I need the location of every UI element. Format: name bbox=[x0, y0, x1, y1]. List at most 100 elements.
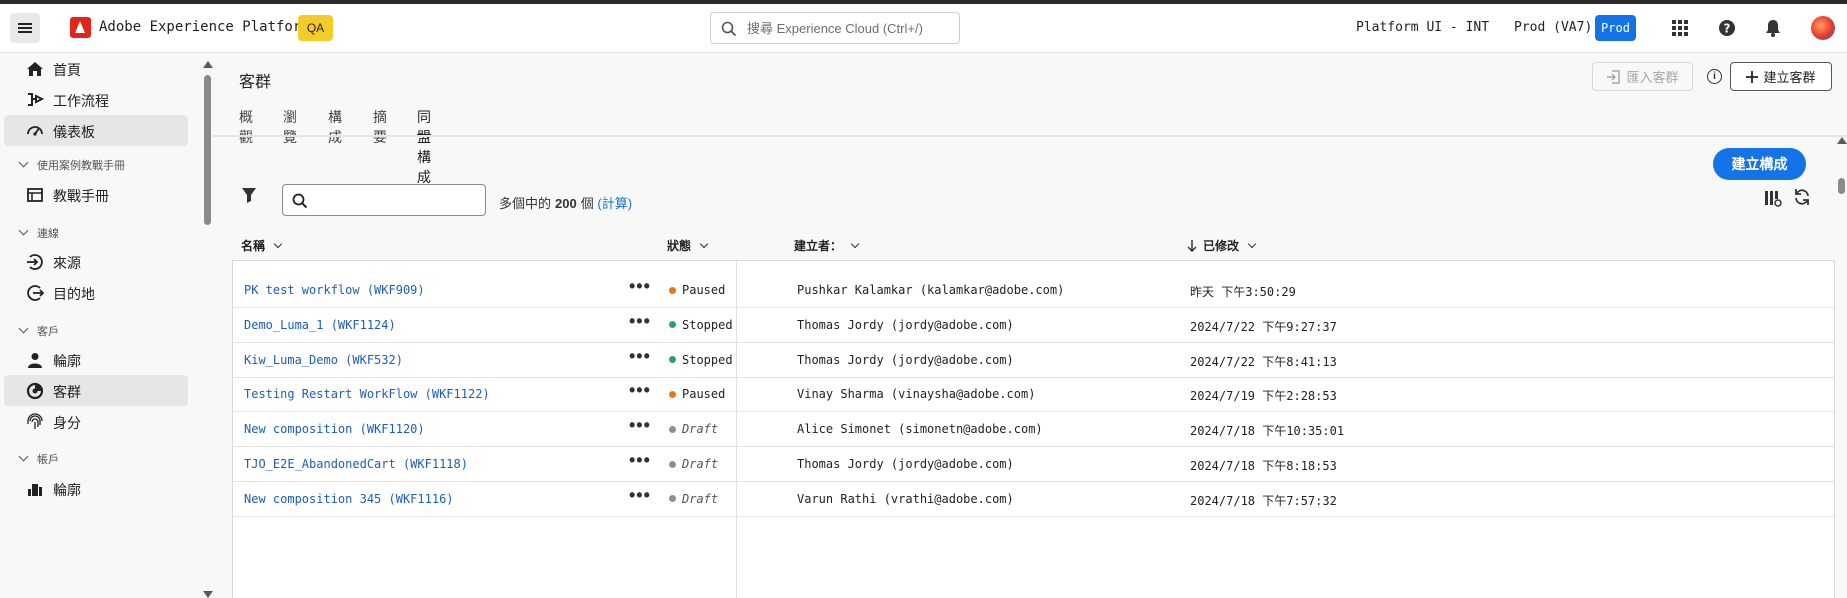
table-scrollbar-thumb[interactable] bbox=[1838, 178, 1845, 194]
more-actions-icon[interactable]: ••• bbox=[629, 485, 651, 506]
tab-federated-compositions[interactable]: 同盟構成 bbox=[417, 107, 431, 185]
identity-fingerprint-icon bbox=[27, 413, 43, 429]
nav-section-account[interactable]: 帳戶 bbox=[18, 451, 59, 467]
source-icon bbox=[27, 254, 43, 270]
compute-count-link[interactable]: (計算) bbox=[597, 196, 632, 211]
chevron-down-icon bbox=[18, 451, 29, 462]
nav-section-playbooks[interactable]: 使用案例教戰手冊 bbox=[18, 157, 125, 173]
status-dot-icon bbox=[669, 390, 676, 398]
scroll-up-arrow-icon[interactable] bbox=[1837, 137, 1847, 144]
menu-toggle-button[interactable] bbox=[10, 13, 40, 43]
nav-section-connections[interactable]: 連線 bbox=[18, 225, 59, 241]
global-search[interactable] bbox=[710, 12, 960, 44]
more-actions-icon[interactable]: ••• bbox=[629, 311, 651, 332]
org-switcher[interactable]: Platform UI - INT bbox=[1356, 20, 1489, 35]
nav-label: 工作流程 bbox=[53, 93, 109, 109]
main-content: 客群 匯入客群 i 建立客群 概觀 瀏覽 構成 摘要 同盟構成 建立構成 多個中… bbox=[213, 53, 1847, 598]
adobe-logo-icon[interactable] bbox=[70, 17, 91, 38]
column-header-created-by[interactable]: 建立者： bbox=[794, 237, 860, 254]
workflow-name-link[interactable]: Kiw_Luma_Demo (WKF532) bbox=[244, 353, 403, 367]
scroll-down-arrow-icon[interactable] bbox=[203, 591, 213, 598]
workflow-name-link[interactable]: TJO_E2E_AbandonedCart (WKF1118) bbox=[244, 457, 468, 471]
modified-date-cell: 2024/7/18 下午10:35:01 bbox=[1190, 424, 1345, 439]
workflow-name-link[interactable]: New composition (WKF1120) bbox=[244, 422, 425, 436]
table-row[interactable]: New composition (WKF1120) ••• Draft Alice S… bbox=[233, 412, 1834, 448]
top-bar: Adobe Experience Platform QA Platform UI… bbox=[0, 4, 1847, 53]
status-badge: Paused bbox=[669, 283, 725, 297]
table-body: PK test workflow (WKF909) ••• Paused Pushka… bbox=[232, 260, 1835, 598]
sandbox-type-badge[interactable]: Prod bbox=[1595, 15, 1636, 41]
more-actions-icon[interactable]: ••• bbox=[629, 380, 651, 401]
chevron-down-icon bbox=[1247, 239, 1257, 248]
nav-label: 客群 bbox=[53, 384, 81, 400]
filter-icon[interactable] bbox=[241, 187, 257, 203]
table-row[interactable]: New composition 345 (WKF1116) ••• Draft Var… bbox=[233, 482, 1834, 517]
nav-item-profiles[interactable]: 輪廓 bbox=[4, 344, 188, 375]
notifications-bell-icon[interactable] bbox=[1763, 18, 1783, 38]
more-actions-icon[interactable]: ••• bbox=[629, 276, 651, 297]
more-actions-icon[interactable]: ••• bbox=[629, 346, 651, 367]
created-by-cell: Varun Rathi (vrathi@adobe.com) bbox=[797, 491, 1014, 506]
status-badge: Stopped bbox=[669, 353, 733, 367]
table-row[interactable]: Demo_Luma_1 (WKF1124) ••• Stopped Thomas Jo… bbox=[233, 308, 1834, 343]
status-label: Stopped bbox=[682, 352, 733, 367]
modified-date-cell: 2024/7/18 下午8:18:53 bbox=[1190, 459, 1337, 473]
column-header-name[interactable]: 名稱 bbox=[241, 237, 283, 254]
tab-browse[interactable]: 瀏覽 bbox=[283, 107, 297, 145]
table-header: 名稱 狀態 建立者： 已修改 bbox=[237, 229, 1835, 261]
create-composition-button[interactable]: 建立構成 bbox=[1713, 148, 1806, 180]
info-icon[interactable]: i bbox=[1707, 69, 1722, 84]
table-row[interactable]: Kiw_Luma_Demo (WKF532) ••• Stopped Thomas J… bbox=[233, 343, 1834, 378]
nav-section-customer[interactable]: 客戶 bbox=[18, 323, 59, 339]
create-audience-button[interactable]: 建立客群 bbox=[1730, 62, 1832, 91]
app-title[interactable]: Adobe Experience Platform bbox=[99, 19, 310, 35]
nav-item-home[interactable]: 首頁 bbox=[4, 53, 188, 84]
table-search[interactable] bbox=[282, 184, 486, 216]
modified-date-cell: 2024/7/19 下午2:28:53 bbox=[1190, 389, 1337, 404]
destination-icon bbox=[27, 285, 44, 301]
column-header-modified[interactable]: 已修改 bbox=[1187, 237, 1257, 254]
user-avatar[interactable] bbox=[1811, 16, 1835, 40]
table-scrollbar[interactable] bbox=[1835, 137, 1847, 598]
add-icon bbox=[1746, 70, 1759, 83]
refresh-icon[interactable] bbox=[1793, 188, 1811, 206]
nav-item-sources[interactable]: 來源 bbox=[4, 246, 188, 277]
table-row[interactable]: PK test workflow (WKF909) ••• Paused Pushka… bbox=[233, 273, 1834, 308]
created-by-cell: Vinay Sharma (vinaysha@adobe.com) bbox=[797, 387, 1036, 402]
global-search-input[interactable] bbox=[747, 18, 952, 38]
nav-item-account-profiles[interactable]: 輪廓 bbox=[4, 473, 188, 504]
tab-summary[interactable]: 摘要 bbox=[373, 107, 387, 145]
column-settings-icon[interactable] bbox=[1764, 189, 1782, 207]
table-row[interactable]: Testing Restart WorkFlow (WKF1122) ••• Pau… bbox=[233, 377, 1834, 413]
table-search-input[interactable] bbox=[315, 190, 480, 210]
nav-label: 輪廓 bbox=[53, 482, 81, 498]
apps-grid-icon[interactable] bbox=[1670, 18, 1690, 38]
nav-item-playbooks[interactable]: 教戰手冊 bbox=[4, 179, 188, 210]
nav-item-destinations[interactable]: 目的地 bbox=[4, 277, 188, 308]
table-row[interactable]: TJO_E2E_AbandonedCart (WKF1118) ••• Draft T… bbox=[233, 447, 1834, 482]
column-header-status[interactable]: 狀態 bbox=[667, 237, 709, 254]
nav-item-workflows[interactable]: 工作流程 bbox=[4, 84, 188, 115]
nav-item-audiences[interactable]: 客群 bbox=[4, 375, 188, 406]
more-actions-icon[interactable]: ••• bbox=[629, 450, 651, 471]
import-audience-button[interactable]: 匯入客群 bbox=[1592, 62, 1693, 91]
help-icon[interactable]: ? bbox=[1717, 18, 1737, 38]
nav-item-identities[interactable]: 身分 bbox=[4, 406, 188, 437]
status-dot-icon bbox=[669, 286, 676, 294]
workflow-name-link[interactable]: Demo_Luma_1 (WKF1124) bbox=[244, 318, 396, 332]
nav-label: 身分 bbox=[53, 415, 81, 431]
nav-scrollbar[interactable] bbox=[201, 55, 213, 598]
status-dot-icon bbox=[669, 495, 676, 503]
sandbox-switcher[interactable]: Prod (VA7) bbox=[1514, 20, 1592, 35]
scroll-up-arrow-icon[interactable] bbox=[203, 61, 213, 68]
nav-item-dashboards[interactable]: 儀表板 bbox=[4, 115, 188, 146]
environment-badge: QA bbox=[298, 15, 333, 41]
workflow-name-link[interactable]: PK test workflow (WKF909) bbox=[244, 283, 425, 297]
tab-compositions[interactable]: 構成 bbox=[328, 107, 342, 145]
status-dot-icon bbox=[669, 425, 676, 433]
more-actions-icon[interactable]: ••• bbox=[629, 415, 651, 436]
nav-scrollbar-thumb[interactable] bbox=[204, 75, 211, 225]
workflow-name-link[interactable]: New composition 345 (WKF1116) bbox=[244, 492, 454, 506]
workflow-name-link[interactable]: Testing Restart WorkFlow (WKF1122) bbox=[244, 387, 490, 401]
tab-overview[interactable]: 概觀 bbox=[239, 107, 253, 145]
